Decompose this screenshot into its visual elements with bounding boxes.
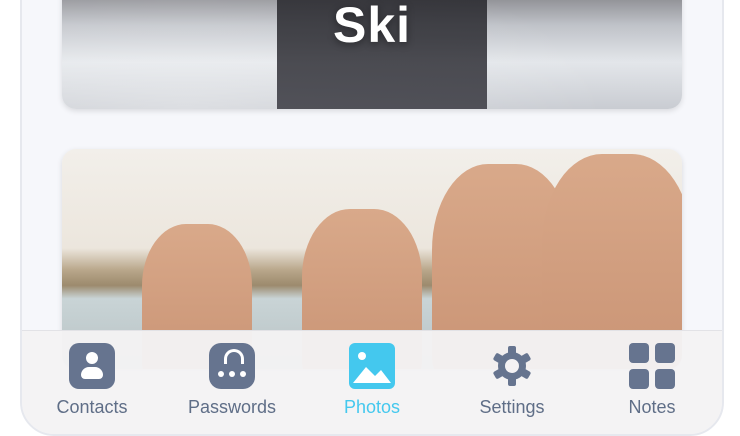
phone-frame: Ski Contacts Passwords Photos Settings N… xyxy=(20,0,724,436)
tab-contacts[interactable]: Contacts xyxy=(32,343,152,418)
photos-icon xyxy=(349,343,395,389)
album-card-ski[interactable]: Ski xyxy=(62,0,682,109)
gear-icon xyxy=(489,343,535,389)
tab-label: Photos xyxy=(343,397,401,417)
tab-label: Settings xyxy=(479,397,545,417)
tab-photos[interactable]: Photos xyxy=(312,343,432,418)
tab-settings[interactable]: Settings xyxy=(452,343,572,418)
tab-label: Contacts xyxy=(56,397,128,417)
tab-passwords[interactable]: Passwords xyxy=(172,343,292,418)
tab-label: Passwords xyxy=(187,397,277,417)
tab-notes[interactable]: Notes xyxy=(592,343,712,418)
album-title: Ski xyxy=(332,0,412,53)
tab-label: Notes xyxy=(628,397,676,417)
grid-icon xyxy=(629,343,675,389)
contacts-icon xyxy=(69,343,115,389)
tab-bar: Contacts Passwords Photos Settings Notes xyxy=(22,330,722,434)
lock-icon xyxy=(209,343,255,389)
